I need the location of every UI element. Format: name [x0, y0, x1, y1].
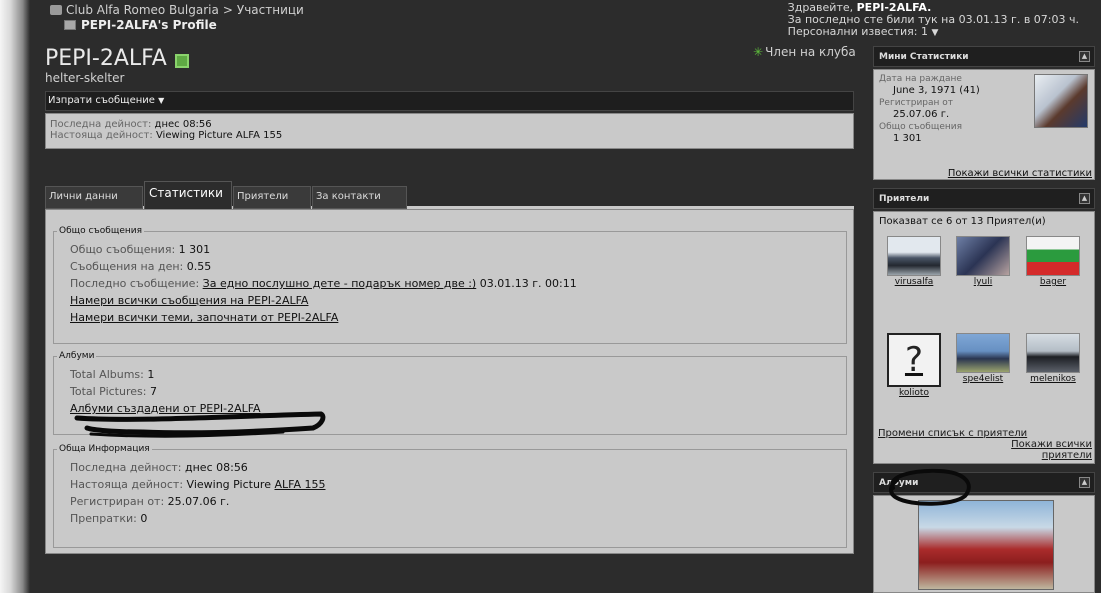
albums-legend: Албуми: [59, 351, 95, 361]
total-pictures-label: Total Pictures:: [70, 385, 147, 398]
general-info-legend: Обща Информация: [59, 444, 150, 454]
send-message-button[interactable]: Изпрати съобщение ▼: [48, 95, 164, 106]
last-post-label: Последно съобщение:: [70, 277, 200, 290]
tab-personal-info[interactable]: Лични данни: [45, 186, 143, 209]
mini-stats-body: Дата на раждане June 3, 1971 (41) Регист…: [873, 69, 1095, 180]
total-posts-label: Общо съобщения:: [70, 243, 176, 256]
activity-box: Последна дейност: днес 08:56 Настояща де…: [45, 113, 854, 149]
friend-name[interactable]: kolioto: [899, 388, 929, 398]
forum-home-icon[interactable]: [50, 4, 62, 15]
friend-item[interactable]: virusalfa: [884, 236, 944, 287]
friend-item[interactable]: ? kolioto: [884, 333, 944, 398]
last-post-link[interactable]: За едно послушно дете - подарък номер дв…: [203, 277, 477, 290]
info-current-activity-link[interactable]: ALFA 155: [274, 478, 325, 491]
info-last-activity-value: днес 08:56: [185, 461, 248, 474]
mini-stats-header: Мини Статистики ▲: [873, 46, 1095, 67]
posts-per-day-label: Съобщения на ден:: [70, 260, 184, 273]
info-current-activity-label: Настояща дейност:: [70, 478, 184, 491]
tab-friends[interactable]: Приятели: [233, 186, 311, 209]
friend-name[interactable]: spe4elist: [963, 374, 1003, 384]
friends-footer: Промени списък с приятели Покажи всички …: [878, 428, 1092, 461]
total-posts-value: 1 301: [178, 243, 211, 256]
breadcrumb: Club Alfa Romeo Bulgaria > Участници PEP…: [50, 2, 450, 32]
friends-caption: Показват се 6 от 13 Приятел(и): [879, 216, 1046, 227]
user-title: helter-skelter: [45, 71, 125, 85]
total-pictures-value: 7: [149, 385, 157, 398]
posts-fieldset: Общо съобщения Общо съобщения: 1 301 Съо…: [53, 226, 847, 344]
edit-friends-link[interactable]: Промени списък с приятели: [878, 428, 1027, 439]
breadcrumb-separator: >: [222, 2, 233, 17]
last-activity-label: Последна дейност:: [50, 119, 152, 130]
online-status-icon: [174, 53, 189, 68]
tab-statistics[interactable]: Статистики: [144, 181, 232, 209]
avatar: [1034, 74, 1088, 128]
joined-value: 25.07.06 г.: [167, 495, 230, 508]
friend-avatar: [956, 236, 1010, 276]
statistics-panel: Общо съобщения Общо съобщения: 1 301 Съо…: [45, 209, 854, 554]
friend-name[interactable]: virusalfa: [895, 277, 934, 287]
collapse-icon[interactable]: ▲: [1079, 477, 1090, 488]
chevron-down-icon: ▼: [158, 96, 165, 105]
current-activity-value: Viewing Picture ALFA 155: [155, 130, 283, 141]
find-all-posts-link[interactable]: Намери всички съобщения на PEPI-2ALFA: [70, 294, 308, 307]
page-edge: [0, 0, 30, 593]
breadcrumb-site[interactable]: Club Alfa Romeo Bulgaria: [66, 3, 219, 17]
friends-title: Приятели: [879, 194, 930, 204]
club-member-badge: ✳ Член на клуба: [753, 45, 856, 59]
friend-avatar: [1026, 333, 1080, 373]
underline-scribble: [74, 411, 326, 438]
profile-username: PEPI-2ALFA: [45, 46, 189, 71]
friend-item[interactable]: melenikos: [1023, 333, 1083, 384]
last-post-date: 03.01.13 г. 00:11: [479, 277, 577, 290]
current-activity-label: Настояща дейност:: [50, 130, 153, 141]
referrals-value: 0: [140, 512, 148, 525]
member-icon: ✳: [753, 45, 764, 59]
breadcrumb-current: PEPI-2ALFA's Profile: [81, 17, 217, 32]
album-thumbnail[interactable]: [918, 500, 1054, 590]
profile-action-bar: Изпрати съобщение ▼: [45, 91, 854, 111]
friend-avatar: [887, 236, 941, 276]
show-all-stats-link[interactable]: Покажи всички статистики: [948, 168, 1092, 179]
tab-contact[interactable]: За контакти: [312, 186, 407, 209]
profile-page: Club Alfa Romeo Bulgaria > Участници PEP…: [30, 0, 1101, 593]
show-all-friends-link[interactable]: Покажи всички приятели: [1000, 439, 1092, 461]
profile-tabs: Лични данни Статистики Приятели За конта…: [45, 181, 854, 209]
friend-item[interactable]: lyuli: [953, 236, 1013, 287]
general-info-fieldset: Обща Информация Последна дейност: днес 0…: [53, 444, 847, 548]
send-message-label: Изпрати съобщение: [48, 95, 155, 106]
pm-notifications[interactable]: Персонални известия: 1: [788, 25, 928, 38]
referrals-label: Препратки:: [70, 512, 137, 525]
circle-scribble: [889, 468, 971, 506]
friends-header: Приятели ▲: [873, 188, 1095, 209]
total-albums-value: 1: [147, 368, 155, 381]
friend-name[interactable]: bager: [1040, 277, 1066, 287]
albums-body: [873, 495, 1095, 593]
welcome-box: Здравейте, PEPI-2ALFA. За последно сте б…: [788, 2, 1079, 39]
friend-avatar: [956, 333, 1010, 373]
joined-label: Регистриран от:: [70, 495, 165, 508]
friend-avatar: [1026, 236, 1080, 276]
info-current-activity-text: Viewing Picture: [186, 478, 271, 491]
info-last-activity-label: Последна дейност:: [70, 461, 182, 474]
mini-stats-title: Мини Статистики: [879, 52, 969, 62]
breadcrumb-section[interactable]: Участници: [237, 3, 304, 17]
folder-icon: [64, 19, 76, 30]
find-all-threads-link[interactable]: Намери всички теми, започнати от PEPI-2A…: [70, 311, 338, 324]
sidebar-posts-value: 1 301: [893, 133, 922, 144]
friend-item[interactable]: bager: [1023, 236, 1083, 287]
posts-per-day-value: 0.55: [186, 260, 212, 273]
collapse-icon[interactable]: ▲: [1079, 193, 1090, 204]
collapse-icon[interactable]: ▲: [1079, 51, 1090, 62]
profile-username-text: PEPI-2ALFA: [45, 46, 167, 71]
total-albums-label: Total Albums:: [70, 368, 144, 381]
chevron-down-icon[interactable]: ▼: [931, 28, 938, 38]
friend-name[interactable]: melenikos: [1030, 374, 1076, 384]
club-member-text: Член на клуба: [765, 45, 856, 59]
last-activity-value: днес 08:56: [154, 119, 212, 130]
friend-name[interactable]: lyuli: [974, 277, 993, 287]
friend-item[interactable]: spe4elist: [953, 333, 1013, 384]
posts-legend: Общо съобщения: [59, 226, 143, 236]
question-mark-icon: ?: [887, 333, 941, 387]
friends-body: Показват се 6 от 13 Приятел(и) virusalfa…: [873, 211, 1095, 464]
